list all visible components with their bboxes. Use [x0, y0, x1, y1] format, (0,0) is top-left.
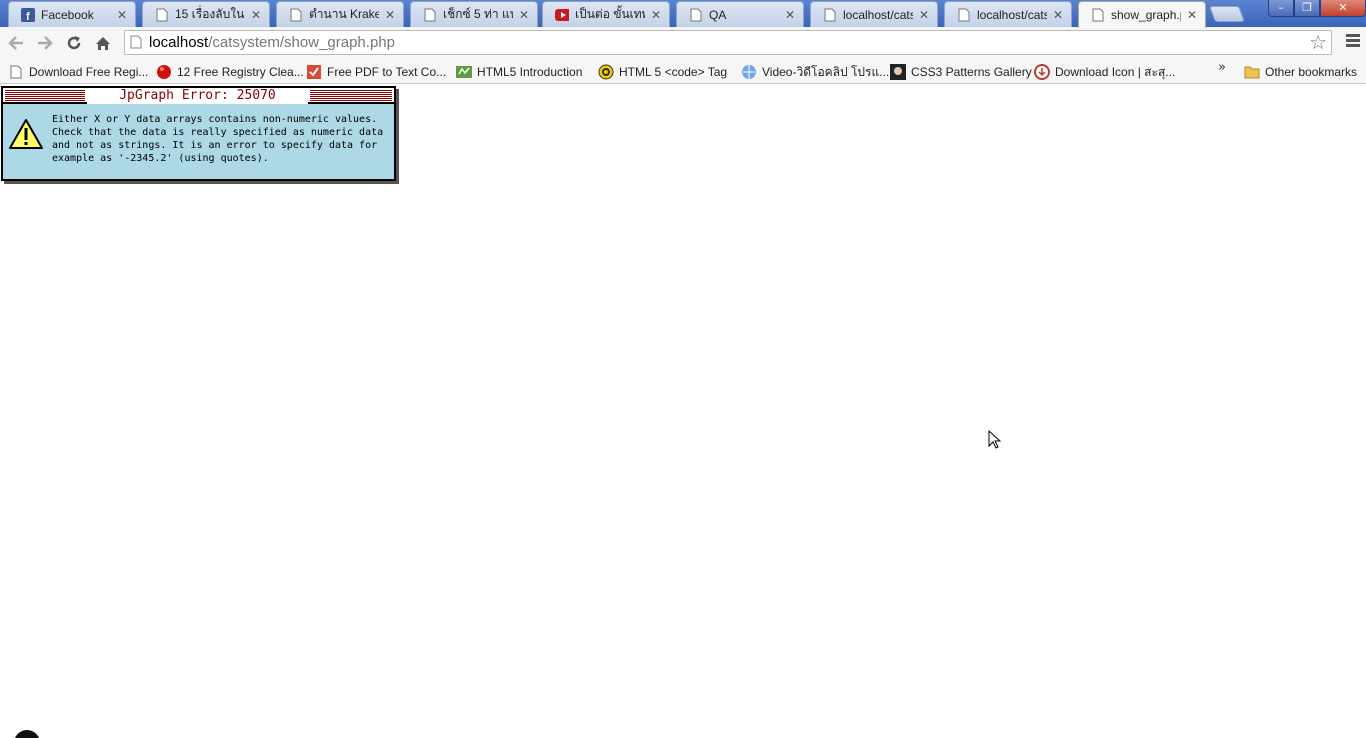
tab-close-button[interactable]: ✕ [783, 8, 797, 22]
bookmark-label: HTML 5 <code> Tag [619, 65, 728, 79]
error-title: JpGraph Error: 25070 [87, 88, 308, 104]
tab-show-graph[interactable]: show_graph.p ✕ [1078, 1, 1206, 28]
folder-icon [1244, 64, 1260, 80]
forward-button[interactable] [32, 30, 58, 56]
tab-title: Facebook [41, 7, 94, 22]
tab-title: ตำนาน Kraken [309, 7, 379, 21]
mouse-cursor-icon [988, 429, 1002, 452]
close-window-button[interactable]: ✕ [1320, 0, 1366, 17]
error-titlebar: JpGraph Error: 25070 [3, 88, 394, 104]
window-controls: – ❐ ✕ [1268, 0, 1366, 17]
bookmark-label: Video-วิดีโอคลิป โปรแ... [762, 64, 890, 79]
home-icon [96, 36, 110, 50]
reload-button[interactable] [61, 30, 87, 56]
bookmark-item[interactable]: 12 Free Registry Clea... [156, 62, 304, 82]
bookmark-item[interactable]: HTML5 Introduction [456, 62, 582, 82]
restore-button[interactable]: ❐ [1294, 0, 1320, 17]
bookmark-item[interactable]: HTML 5 <code> Tag [598, 62, 727, 82]
page-icon [1091, 8, 1105, 22]
bookmark-star-icon[interactable]: ☆ [1309, 32, 1327, 54]
page-icon [957, 8, 971, 22]
bookmark-label: Other bookmarks [1265, 65, 1358, 79]
html5-icon [456, 64, 472, 80]
back-arrow-icon [8, 36, 23, 50]
tab-close-button[interactable]: ✕ [917, 8, 931, 22]
minimize-button[interactable]: – [1268, 0, 1294, 17]
tab-strip: f Facebook ✕ 15 เรื่องลับในมน ✕ ตำนาน Kr… [0, 0, 1366, 28]
tab-close-button[interactable]: ✕ [1051, 8, 1065, 22]
tab-close-button[interactable]: ✕ [1185, 8, 1199, 22]
tab-close-button[interactable]: ✕ [115, 8, 129, 22]
reload-icon [67, 36, 81, 50]
bookmark-label: CSS3 Patterns Gallery [911, 65, 1032, 79]
tab-localhost-2[interactable]: localhost/cats ✕ [944, 1, 1072, 27]
page-icon [423, 8, 437, 22]
bookmark-label: Download Icon | สะสุ... [1055, 64, 1176, 79]
browser-toolbar: localhost/catsystem/show_graph.php ☆ [0, 27, 1366, 59]
bookmark-item[interactable]: Download Icon | สะสุ... [1034, 62, 1175, 82]
forward-arrow-icon [38, 36, 53, 50]
bookmark-label: 12 Free Registry Clea... [177, 65, 304, 79]
page-content: JpGraph Error: 25070 Either X or Y data … [0, 85, 1366, 738]
page-icon [289, 8, 303, 22]
globe-icon [741, 64, 757, 80]
tab-title: QA [709, 7, 727, 22]
warning-icon [9, 118, 43, 153]
tab-title: เช็กซ์ 5 ท่า แปลก [443, 7, 513, 21]
page-icon [689, 8, 703, 22]
portrait-icon [890, 64, 906, 80]
tab-title: เป็นต่อ ขั้นเทพ 3 [575, 7, 645, 21]
title-stripes-left [5, 90, 85, 102]
tab-close-button[interactable]: ✕ [649, 8, 663, 22]
back-button[interactable] [3, 30, 29, 56]
page-icon [155, 8, 169, 22]
avatar [14, 730, 40, 738]
new-tab-button[interactable] [1209, 6, 1245, 22]
tab-facebook[interactable]: f Facebook ✕ [8, 1, 136, 27]
tab-title: show_graph.p [1111, 8, 1181, 22]
bookmarks-bar: Download Free Regi... 12 Free Registry C… [0, 59, 1366, 84]
home-button[interactable] [90, 30, 116, 56]
tab-five[interactable]: เช็กซ์ 5 ท่า แปลก ✕ [410, 1, 538, 27]
tab-youtube[interactable]: เป็นต่อ ขั้นเทพ 3 ✕ [542, 1, 670, 27]
bookmark-label: Download Free Regi... [29, 65, 149, 79]
tab-title: localhost/cats [977, 7, 1047, 22]
tab-qa[interactable]: QA ✕ [676, 1, 804, 27]
bookmark-label: HTML5 Introduction [477, 65, 583, 79]
title-stripes-right [310, 90, 392, 102]
bookmark-item[interactable]: Download Free Regi... [8, 62, 148, 82]
error-message: Either X or Y data arrays contains non-n… [52, 114, 384, 164]
bookmark-label: Free PDF to Text Co... [327, 65, 447, 79]
tab-title: 15 เรื่องลับในมน [175, 7, 245, 21]
facebook-icon: f [21, 7, 35, 22]
jpgraph-error-box: JpGraph Error: 25070 Either X or Y data … [1, 86, 396, 181]
bookmark-item[interactable]: Free PDF to Text Co... [306, 62, 446, 82]
pdf-icon [306, 64, 322, 80]
page-icon [130, 35, 142, 53]
other-bookmarks-folder[interactable]: Other bookmarks [1244, 62, 1357, 82]
target-icon [598, 64, 614, 80]
tab-localhost-1[interactable]: localhost/cats ✕ [810, 1, 938, 27]
tab-secrets[interactable]: 15 เรื่องลับในมน ✕ [142, 1, 270, 27]
red-ball-icon [156, 64, 172, 80]
download-icon [1034, 64, 1050, 80]
url-path: /catsystem/show_graph.php [208, 34, 395, 51]
url-host: localhost [149, 34, 209, 51]
tab-title: localhost/cats [843, 7, 913, 22]
page-icon [8, 64, 24, 80]
tab-kraken[interactable]: ตำนาน Kraken ✕ [276, 1, 404, 27]
tab-close-button[interactable]: ✕ [517, 8, 531, 22]
tab-close-button[interactable]: ✕ [249, 8, 263, 22]
more-bookmarks-chevron-icon[interactable]: » [1218, 60, 1226, 75]
svg-text:f: f [26, 11, 30, 22]
bookmark-item[interactable]: Video-วิดีโอคลิป โปรแ... [741, 62, 889, 82]
address-bar[interactable]: localhost/catsystem/show_graph.php ☆ [124, 30, 1332, 55]
chrome-menu-icon[interactable] [1346, 34, 1360, 49]
page-icon [823, 8, 837, 22]
tab-close-button[interactable]: ✕ [383, 8, 397, 22]
bookmark-item[interactable]: CSS3 Patterns Gallery [890, 62, 1032, 82]
youtube-icon [555, 8, 569, 22]
